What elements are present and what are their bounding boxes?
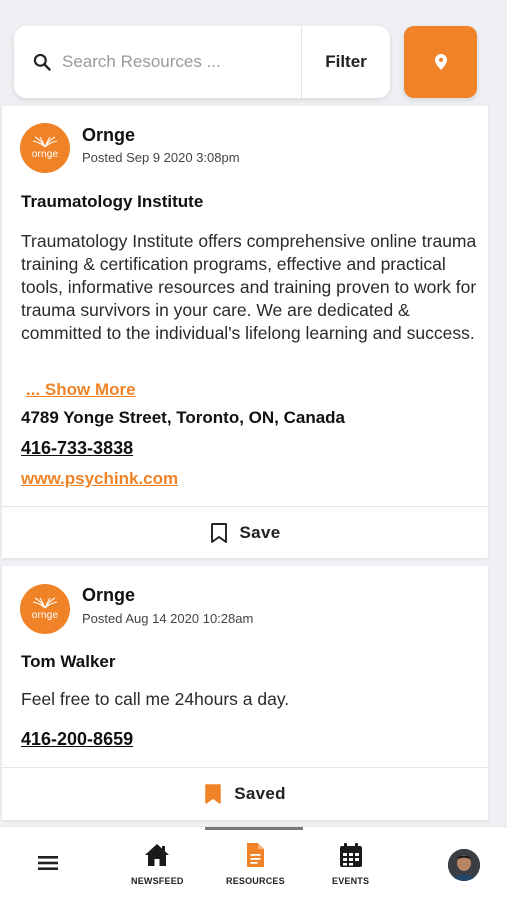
resource-title: Tom Walker <box>21 652 116 671</box>
bookmark-outline-icon <box>210 522 227 543</box>
post-timestamp: Posted Sep 9 2020 3:08pm <box>82 150 240 165</box>
resource-description: Traumatology Institute offers comprehens… <box>21 231 477 343</box>
save-label: Save <box>239 522 281 542</box>
wings-icon <box>32 136 58 148</box>
tab-newsfeed[interactable]: NEWSFEED <box>131 841 184 886</box>
ornge-logo: ornge <box>20 584 70 634</box>
tab-resources[interactable]: RESOURCES <box>226 841 285 886</box>
nav-label: NEWSFEED <box>131 876 184 886</box>
top-bar: Filter <box>14 26 477 98</box>
resource-card: ornge Ornge Posted Sep 9 2020 3:08pm Tra… <box>2 106 488 558</box>
nav-label: RESOURCES <box>226 876 285 886</box>
logo-text: ornge <box>31 149 59 160</box>
calendar-icon <box>339 843 362 867</box>
bookmark-filled-icon <box>205 783 221 804</box>
document-icon <box>247 843 265 867</box>
resource-title: Traumatology Institute <box>21 192 204 211</box>
nav-label: EVENTS <box>332 876 370 886</box>
resource-card: ornge Ornge Posted Aug 14 2020 10:28am T… <box>2 566 488 820</box>
search-input[interactable] <box>62 42 282 82</box>
save-button[interactable]: Save <box>2 506 488 558</box>
resource-website-link[interactable]: www.psychink.com <box>21 469 178 489</box>
resource-phone-link[interactable]: 416-200-8659 <box>21 729 133 750</box>
profile-avatar[interactable] <box>448 849 480 881</box>
resource-description: Feel free to call me 24hours a day. <box>21 689 290 709</box>
ornge-logo: ornge <box>20 123 70 173</box>
show-more-link[interactable]: ... Show More <box>26 380 136 400</box>
post-author: Ornge <box>82 125 136 145</box>
resource-address: 4789 Yonge Street, Toronto, ON, Canada <box>21 408 346 427</box>
location-button[interactable] <box>404 26 477 98</box>
search-box[interactable]: Filter <box>14 26 390 98</box>
wings-icon <box>32 597 58 609</box>
post-author: Ornge <box>82 585 136 605</box>
saved-button[interactable]: Saved <box>2 767 488 819</box>
active-tab-indicator <box>205 827 303 830</box>
user-avatar-icon <box>448 849 480 881</box>
saved-label: Saved <box>234 783 286 803</box>
post-timestamp: Posted Aug 14 2020 10:28am <box>82 611 254 626</box>
home-icon <box>145 844 170 866</box>
hamburger-menu-icon[interactable] <box>38 855 58 871</box>
tab-events[interactable]: EVENTS <box>332 841 369 886</box>
logo-text: ornge <box>31 610 59 621</box>
search-icon <box>33 53 51 71</box>
resource-phone-link[interactable]: 416-733-3838 <box>21 438 133 459</box>
filter-button[interactable]: Filter <box>301 26 390 98</box>
bottom-navigation: NEWSFEED RESOURCES EVENTS <box>0 826 507 900</box>
map-pin-icon <box>434 54 447 70</box>
